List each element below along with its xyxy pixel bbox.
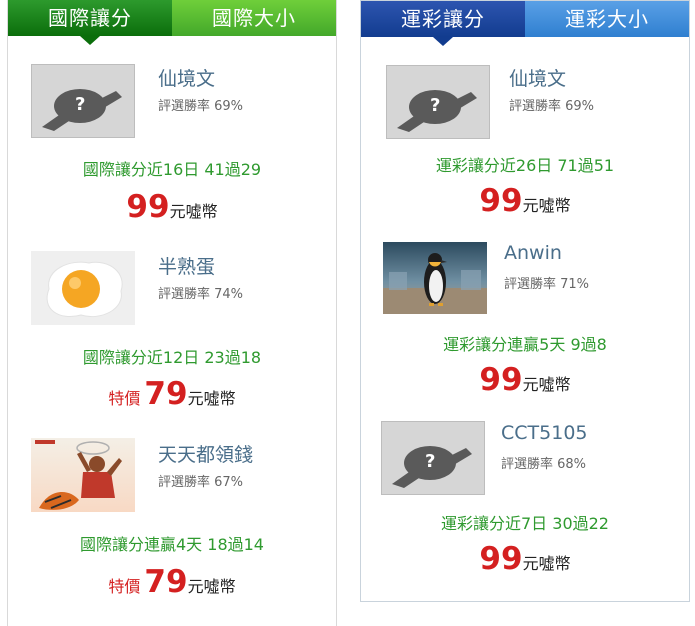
expert-name[interactable]: 天天都領錢 [158, 440, 253, 467]
record-stat: 運彩讓分近26日 71過51 [435, 156, 615, 175]
expert-name[interactable]: Anwin [504, 242, 562, 264]
tab-international-spread[interactable]: 國際讓分 [8, 0, 172, 45]
record-stat: 國際讓分近12日 23過18 [82, 348, 262, 367]
price-value: 99 [479, 541, 523, 577]
placeholder-avatar-icon[interactable]: ? [386, 65, 490, 139]
price-value: 99 [126, 189, 170, 225]
placeholder-avatar-icon[interactable]: ? [31, 64, 135, 138]
tab-lottery-over-under[interactable]: 運彩大小 [525, 1, 689, 37]
svg-text:?: ? [430, 95, 440, 116]
svg-text:?: ? [425, 451, 435, 472]
expert-name[interactable]: CCT5105 [501, 422, 588, 444]
price-unit: 元噓幣 [522, 196, 571, 215]
fried-egg-avatar[interactable] [31, 251, 135, 325]
price-row[interactable]: 99元噓幣 [361, 541, 689, 577]
price-value: 99 [479, 183, 523, 219]
win-rate: 評選勝率 69% [509, 99, 595, 114]
tab-bar: 國際讓分 國際大小 [8, 0, 336, 45]
win-rate: 評選勝率 69% [158, 99, 244, 114]
sports-lottery-picks-panel: 運彩讓分 運彩大小 ? 仙境文 評選勝率 69% 運彩讓分近26日 71過51 … [360, 0, 690, 602]
record-stat: 國際讓分連贏4天 18過14 [80, 535, 264, 554]
record-stat: 運彩讓分連贏5天 9過8 [443, 335, 607, 354]
svg-text:?: ? [75, 94, 85, 115]
price-row[interactable]: 特價 79元噓幣 [8, 376, 336, 412]
tab-lottery-spread[interactable]: 運彩讓分 [361, 1, 525, 46]
tab-international-over-under[interactable]: 國際大小 [172, 0, 336, 36]
price-value: 79 [144, 564, 188, 600]
price-unit: 元噓幣 [187, 577, 236, 596]
expert-name[interactable]: 半熟蛋 [158, 252, 215, 279]
win-rate: 評選勝率 67% [158, 475, 244, 490]
placeholder-avatar-icon[interactable]: ? [381, 421, 485, 495]
price-unit: 元噓幣 [187, 389, 236, 408]
record-stat: 國際讓分近16日 41過29 [82, 160, 262, 179]
win-rate: 評選勝率 74% [158, 287, 244, 302]
win-rate: 評選勝率 68% [501, 457, 587, 472]
price-value: 79 [144, 376, 188, 412]
expert-name[interactable]: 仙境文 [158, 64, 215, 91]
price-row[interactable]: 99元噓幣 [8, 189, 336, 225]
international-picks-panel: 國際讓分 國際大小 ? 仙境文 評選勝率 69% 國際讓分近16日 41過29 … [7, 0, 337, 626]
special-price-label: 特價 [108, 577, 141, 596]
expert-name[interactable]: 仙境文 [509, 64, 566, 91]
basketball-player-avatar[interactable] [31, 438, 135, 512]
special-price-label: 特價 [108, 389, 141, 408]
price-value: 99 [479, 362, 523, 398]
price-unit: 元噓幣 [522, 375, 571, 394]
price-row[interactable]: 特價 79元噓幣 [8, 564, 336, 600]
record-stat: 運彩讓分近7日 30過22 [441, 514, 609, 533]
price-unit: 元噓幣 [522, 554, 571, 573]
price-row[interactable]: 99元噓幣 [361, 183, 689, 219]
win-rate: 評選勝率 71% [504, 277, 590, 292]
tab-bar: 運彩讓分 運彩大小 [361, 1, 689, 46]
price-unit: 元噓幣 [169, 202, 218, 221]
penguin-avatar[interactable] [383, 242, 487, 314]
price-row[interactable]: 99元噓幣 [361, 362, 689, 398]
